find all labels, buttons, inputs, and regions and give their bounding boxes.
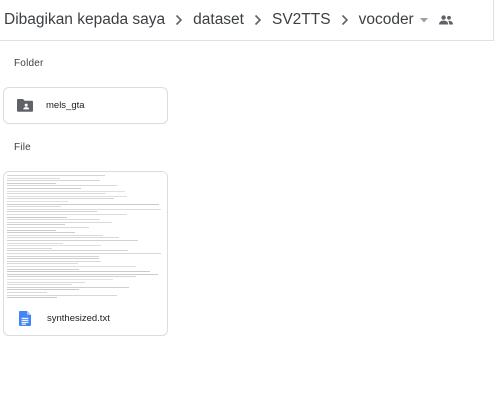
thumbnail-text-line (7, 245, 101, 247)
breadcrumb-shared-with-me[interactable]: Dibagikan kepada saya (4, 11, 165, 29)
thumbnail-text-line (7, 211, 97, 213)
thumbnail-text-line (7, 224, 65, 226)
file-thumbnail (4, 172, 167, 300)
thumbnail-text-line (7, 229, 56, 231)
thumbnail-text-line (7, 242, 63, 244)
breadcrumb: Dibagikan kepada saya dataset SV2TTS voc… (0, 0, 494, 40)
thumbnail-text-line (7, 294, 117, 296)
breadcrumb-dataset[interactable]: dataset (193, 11, 244, 29)
chevron-right-icon (167, 8, 191, 32)
people-icon[interactable] (436, 10, 456, 30)
thumbnail-text-line (7, 203, 159, 205)
thumbnail-text-line (7, 190, 125, 192)
thumbnail-text-line (7, 182, 56, 184)
thumbnail-text-line (7, 253, 161, 254)
thumbnail-text-line (7, 255, 99, 257)
breadcrumb-sv2tts[interactable]: SV2TTS (272, 11, 331, 29)
thumbnail-text-line (7, 260, 101, 262)
thumbnail-text-line (7, 208, 161, 210)
thumbnail-text-line (7, 268, 79, 270)
thumbnail-text-line (7, 279, 113, 280)
thumbnail-text-line (7, 206, 61, 208)
thumbnail-text-line (7, 281, 85, 283)
thumbnail-text-line (7, 263, 78, 265)
folder-card-mels-gta[interactable]: mels_gta (3, 87, 168, 124)
thumbnail-text-line (7, 198, 114, 200)
thumbnail-text-line (7, 175, 105, 176)
folder-name: mels_gta (46, 100, 85, 111)
header-divider (0, 40, 494, 41)
thumbnail-text-line (7, 240, 138, 241)
thumbnail-text-line (7, 297, 57, 299)
thumbnail-text-line (7, 273, 158, 275)
caret-down-icon[interactable] (416, 10, 432, 30)
file-footer: synthesized.txt (4, 300, 167, 335)
file-section-label: File (14, 142, 31, 153)
thumbnail-text-line (7, 292, 47, 293)
thumbnail-text-line (7, 195, 127, 197)
thumbnail-text-line (7, 227, 89, 228)
thumbnail-text-line (7, 177, 60, 179)
thumbnail-text-line (7, 276, 136, 278)
thumbnail-text-line (7, 247, 52, 249)
thumbnail-text-line (7, 286, 129, 288)
thumbnail-text-line (7, 214, 127, 215)
thumbnail-text-line (7, 266, 136, 267)
thumbnail-text-line (7, 250, 128, 252)
shared-folder-icon (17, 98, 33, 114)
thumbnail-text-line (7, 216, 67, 218)
thumbnail-text-line (7, 193, 106, 195)
thumbnail-text-line (7, 234, 103, 236)
thumbnail-text-line (7, 232, 75, 234)
thumbnail-text-line (7, 185, 117, 187)
thumbnail-text-line (7, 284, 72, 286)
thumbnail-text-line (7, 188, 81, 189)
thumbnail-text-line (7, 219, 100, 221)
google-docs-icon (19, 310, 33, 327)
thumbnail-text-line (7, 201, 68, 202)
chevron-right-icon (333, 8, 357, 32)
file-name: synthesized.txt (47, 313, 110, 324)
thumbnail-text-line (7, 221, 112, 223)
folder-section-label: Folder (14, 58, 44, 69)
thumbnail-text-line (7, 237, 119, 239)
file-card-synthesized-txt[interactable]: synthesized.txt (3, 171, 168, 336)
thumbnail-text-line (7, 289, 79, 291)
breadcrumb-vocoder[interactable]: vocoder (359, 11, 414, 29)
thumbnail-text-line (7, 258, 99, 260)
thumbnail-text-line (7, 271, 150, 273)
chevron-right-icon (246, 8, 270, 32)
thumbnail-text-line (7, 180, 100, 182)
